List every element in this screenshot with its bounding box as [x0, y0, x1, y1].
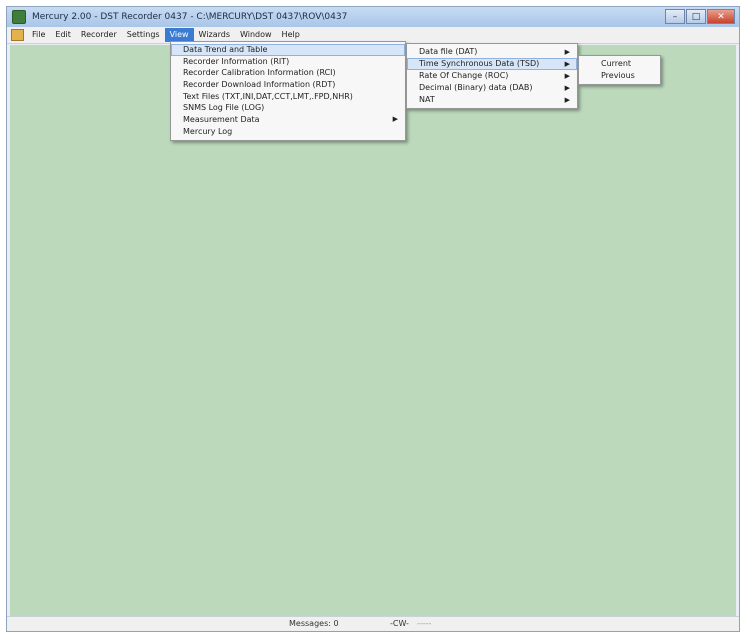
view-menu-dropdown: Data Trend and Table Recorder Informatio… — [170, 41, 406, 141]
close-button[interactable]: ✕ — [707, 9, 735, 24]
view-menu-item-label: Data Trend and Table — [183, 45, 268, 54]
view-menu-item-label: Recorder Information (RIT) — [183, 56, 290, 66]
menu-recorder[interactable]: Recorder — [76, 28, 122, 42]
tsd-submenu-item-current[interactable]: Current — [579, 58, 660, 70]
data-submenu-item-dat[interactable]: Data file (DAT) ▶ — [407, 46, 577, 58]
document-icon[interactable] — [11, 29, 24, 41]
data-submenu-item-label: Decimal (Binary) data (DAB) — [419, 83, 533, 92]
submenu-arrow-icon: ▶ — [564, 72, 570, 80]
menu-view[interactable]: View — [164, 28, 194, 42]
data-submenu-item-roc[interactable]: Rate Of Change (ROC) ▶ — [407, 70, 577, 82]
submenu-arrow-icon: ▶ — [564, 60, 570, 68]
view-menu-item-measurement-data[interactable]: Measurement Data ▶ — [171, 114, 405, 126]
view-menu-item-label: Recorder Calibration Information (RCI) — [183, 68, 336, 78]
menu-file[interactable]: File — [27, 28, 50, 42]
data-submenu-dropdown: Data file (DAT) ▶ Time Synchronous Data (… — [406, 43, 578, 109]
view-menu-item-label: Recorder Download Information (RDT) — [183, 80, 336, 90]
window-title: Mercury 2.00 - DST Recorder 0437 - C:\ME… — [32, 12, 348, 22]
minimize-button[interactable]: – — [665, 9, 685, 24]
data-submenu-item-nat[interactable]: NAT ▶ — [407, 94, 577, 106]
view-menu-item-recorder-download[interactable]: Recorder Download Information (RDT) — [171, 79, 405, 91]
app-icon — [12, 10, 26, 24]
view-menu-item-data-trend[interactable]: Data Trend and Table — [171, 44, 405, 56]
view-menu-item-label: Text Files (TXT,INI,DAT,CCT,LMT,.FPD,NHR… — [183, 91, 353, 101]
data-submenu-item-label: Data file (DAT) — [419, 47, 478, 56]
view-menu-item-label: SNMS Log File (LOG) — [183, 103, 265, 113]
status-bar: Messages: 0 -CW- ----- — [7, 616, 739, 631]
menu-window[interactable]: Window — [235, 28, 277, 42]
submenu-arrow-icon: ▶ — [564, 84, 570, 92]
menu-settings[interactable]: Settings — [122, 28, 165, 42]
submenu-arrow-icon: ▶ — [564, 48, 570, 56]
data-submenu-item-label: Time Synchronous Data (TSD) — [419, 59, 540, 68]
submenu-arrow-icon: ▶ — [392, 115, 398, 124]
tsd-submenu-item-label: Current — [601, 59, 632, 68]
view-menu-item-recorder-information[interactable]: Recorder Information (RIT) — [171, 56, 405, 68]
data-submenu-item-label: NAT — [419, 95, 435, 104]
status-placeholder: ----- — [417, 619, 432, 628]
view-menu-item-recorder-calibration[interactable]: Recorder Calibration Information (RCI) — [171, 67, 405, 79]
title-bar[interactable]: Mercury 2.00 - DST Recorder 0437 - C:\ME… — [7, 7, 739, 27]
data-submenu-item-dab[interactable]: Decimal (Binary) data (DAB) ▶ — [407, 82, 577, 94]
data-submenu-item-tsd[interactable]: Time Synchronous Data (TSD) ▶ — [407, 58, 577, 70]
menu-wizards[interactable]: Wizards — [194, 28, 235, 42]
menu-help[interactable]: Help — [277, 28, 305, 42]
menu-edit[interactable]: Edit — [50, 28, 76, 42]
view-menu-item-label: Measurement Data — [183, 115, 260, 125]
tsd-submenu-item-previous[interactable]: Previous — [579, 70, 660, 82]
view-menu-item-text-files[interactable]: Text Files (TXT,INI,DAT,CCT,LMT,.FPD,NHR… — [171, 91, 405, 103]
view-menu-item-mercury-log[interactable]: Mercury Log — [171, 126, 405, 138]
tsd-submenu-item-label: Previous — [601, 71, 635, 80]
window-controls: – □ ✕ — [664, 9, 735, 24]
data-submenu-item-label: Rate Of Change (ROC) — [419, 71, 509, 80]
view-menu-item-snms-log[interactable]: SNMS Log File (LOG) — [171, 102, 405, 114]
maximize-button[interactable]: □ — [686, 9, 706, 24]
status-value: -CW- — [390, 619, 409, 628]
status-message: Messages: 0 — [289, 619, 339, 628]
view-menu-item-label: Mercury Log — [183, 126, 233, 136]
submenu-arrow-icon: ▶ — [564, 96, 570, 104]
tsd-submenu-dropdown: Current Previous — [578, 55, 661, 85]
